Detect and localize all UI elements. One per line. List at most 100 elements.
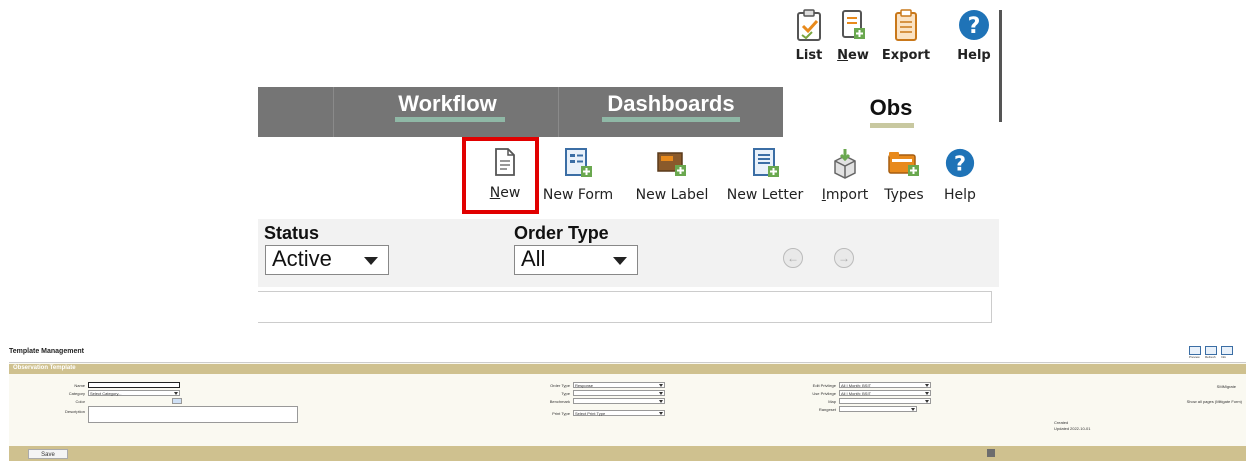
updated-value: 2022-10-01 xyxy=(1070,426,1091,431)
use-privilege-select[interactable]: All I Month: BSIT xyxy=(839,390,931,396)
refresh-label: Refresh xyxy=(1205,355,1216,359)
export-button[interactable]: Export xyxy=(880,8,932,63)
help-top-button[interactable]: ? Help xyxy=(952,8,996,63)
divider xyxy=(999,10,1002,122)
import-button[interactable]: Import xyxy=(815,147,875,203)
svg-text:?: ? xyxy=(954,152,966,176)
category-label: Category xyxy=(68,391,85,396)
preview-label: Preview xyxy=(1189,355,1200,359)
info-label: Info xyxy=(1221,355,1227,359)
description-label: Description xyxy=(64,409,85,414)
rangeset-select[interactable] xyxy=(839,406,917,412)
new-top-label: New xyxy=(837,48,869,63)
types-folder-icon xyxy=(886,152,922,183)
clipboard-export-icon xyxy=(880,8,932,46)
order-type-select[interactable]: All xyxy=(514,245,638,275)
new-label-button[interactable]: New Label xyxy=(627,147,717,203)
tab-dashboards-label: Dashboards xyxy=(607,91,735,116)
clipboard-check-icon xyxy=(787,8,831,46)
help-button[interactable]: ? Help xyxy=(938,147,982,203)
description-textarea[interactable] xyxy=(88,406,298,423)
chevron-down-icon xyxy=(925,400,929,403)
new-form-button[interactable]: New Form xyxy=(538,147,618,203)
new-highlight-box xyxy=(462,137,539,214)
category-value: Select Category... xyxy=(90,391,122,396)
order-type-field-select[interactable]: Response xyxy=(573,382,665,388)
template-footer-bar xyxy=(9,446,1246,461)
types-label: Types xyxy=(884,187,924,203)
map-select[interactable] xyxy=(839,398,931,404)
refresh-icon[interactable] xyxy=(1205,346,1217,355)
types-button[interactable]: Types xyxy=(878,147,930,203)
edit-privilege-select[interactable]: All I Month: BSIT xyxy=(839,382,931,388)
new-letter-icon xyxy=(749,148,781,183)
chevron-down-icon xyxy=(174,392,178,395)
edit-privilege-label: Edit Privilege xyxy=(812,383,836,388)
svg-text:?: ? xyxy=(968,14,981,39)
tab-underline xyxy=(602,117,740,122)
tab-underline xyxy=(870,123,914,128)
prev-page-icon[interactable]: ← xyxy=(783,248,803,268)
created-label: Created xyxy=(1054,420,1069,425)
status-value: Active xyxy=(272,246,332,271)
tab-obs-label: Obs xyxy=(869,95,913,120)
rangeset-label: Rangeset xyxy=(818,407,836,412)
new-form-icon xyxy=(562,148,594,183)
chevron-down-icon xyxy=(659,384,663,387)
chevron-down-icon xyxy=(613,257,627,265)
new-form-label: New Form xyxy=(542,187,614,203)
help-label: Help xyxy=(944,187,976,203)
print-type-label: Print Type xyxy=(552,411,570,416)
color-picker[interactable] xyxy=(172,398,182,404)
type-label: Type xyxy=(561,391,570,396)
print-type-select[interactable]: Select Print Type xyxy=(573,410,665,416)
status-label: Status xyxy=(264,223,320,243)
new-letter-button[interactable]: New Letter xyxy=(720,147,810,203)
name-input[interactable] xyxy=(88,382,180,388)
tab-dashboards[interactable]: Dashboards xyxy=(560,87,782,137)
benchmark-select[interactable] xyxy=(573,398,665,404)
template-management-title: Template Management xyxy=(9,348,84,355)
color-label: Color xyxy=(75,399,85,404)
chevron-down-icon xyxy=(659,400,663,403)
import-label: Import xyxy=(821,187,869,203)
chevron-down-icon xyxy=(911,408,915,411)
show-all-pages-label: Show all pages (Mitigate Form) xyxy=(1186,399,1242,404)
updated-label: Updated xyxy=(1054,426,1070,431)
tab-obs[interactable]: Obs xyxy=(783,87,999,137)
benchmark-label: Benchmark xyxy=(549,399,570,404)
next-page-icon[interactable]: → xyxy=(834,248,854,268)
use-privilege-label: Use Privilege xyxy=(812,391,836,396)
list-button[interactable]: List xyxy=(787,8,831,63)
smmigrate-label: SMMigrate xyxy=(1216,384,1236,389)
tab-workflow-label: Workflow xyxy=(398,91,497,116)
chevron-down-icon xyxy=(659,392,663,395)
print-type-value: Select Print Type xyxy=(575,411,606,416)
new-letter-label: New Letter xyxy=(726,187,804,203)
preview-icon[interactable] xyxy=(1189,346,1201,355)
new-top-button[interactable]: New xyxy=(831,8,875,63)
chevron-down-icon xyxy=(364,257,378,265)
template-section-title: Observation Template xyxy=(13,365,76,371)
footer-icon[interactable] xyxy=(987,449,995,457)
order-type-value: All xyxy=(521,246,546,271)
chevron-down-icon xyxy=(925,384,929,387)
map-label: Map xyxy=(828,399,836,404)
category-select[interactable]: Select Category... xyxy=(88,390,180,396)
tab-underline xyxy=(395,117,505,122)
search-input[interactable] xyxy=(258,291,992,323)
nav-separator xyxy=(333,87,334,137)
info-icon[interactable] xyxy=(1221,346,1233,355)
status-select[interactable]: Active xyxy=(265,245,389,275)
template-section-header xyxy=(9,364,1246,374)
new-label-label: New Label xyxy=(635,187,709,203)
header-icons: Preview Refresh Info xyxy=(1189,346,1239,360)
name-label: Name xyxy=(74,383,85,388)
order-type-field-value: Response xyxy=(575,383,594,388)
tab-workflow[interactable]: Workflow xyxy=(340,87,555,137)
save-button[interactable]: Save xyxy=(28,449,68,459)
list-label: List xyxy=(795,48,823,63)
type-select[interactable] xyxy=(573,390,665,396)
use-privilege-value: All I Month: BSIT xyxy=(841,391,872,396)
export-label: Export xyxy=(881,48,931,63)
